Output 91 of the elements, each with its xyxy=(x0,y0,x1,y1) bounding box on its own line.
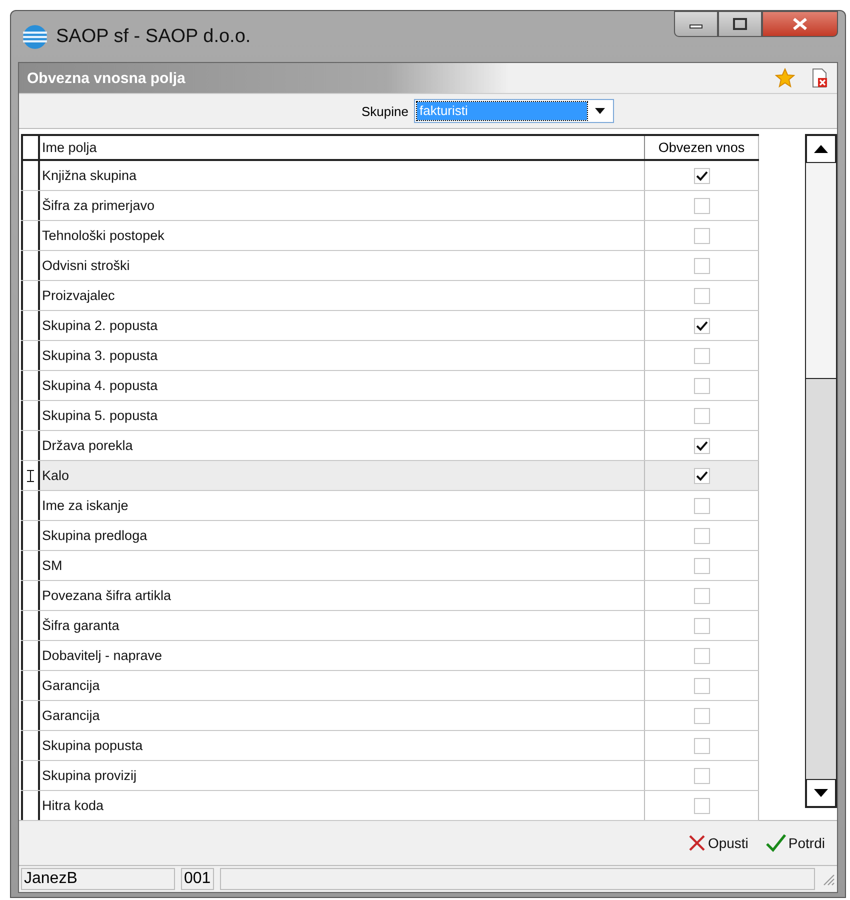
row-indicator[interactable] xyxy=(21,371,40,400)
checkbox[interactable] xyxy=(694,738,710,754)
delete-document-icon[interactable] xyxy=(811,68,829,88)
row-indicator[interactable] xyxy=(21,761,40,790)
row-indicator[interactable] xyxy=(21,701,40,730)
close-button[interactable] xyxy=(762,11,838,37)
row-indicator[interactable] xyxy=(21,551,40,580)
row-indicator[interactable] xyxy=(21,641,40,670)
table-cell-text: Skupina 4. popusta xyxy=(41,377,159,395)
checkbox[interactable] xyxy=(694,708,710,724)
scroll-down-icon[interactable] xyxy=(814,789,828,797)
table-cell-text: Šifra garanta xyxy=(41,617,120,635)
scroll-up-icon[interactable] xyxy=(814,145,828,153)
table-cell-text: Povezana šifra artikla xyxy=(41,587,172,605)
row-indicator[interactable] xyxy=(21,161,40,190)
panel-title: Obvezna vnosna polja xyxy=(27,70,186,86)
table-cell-text: Šifra za primerjavo xyxy=(41,197,156,215)
row-indicator[interactable] xyxy=(21,461,40,490)
cancel-button[interactable]: Opusti xyxy=(686,832,750,854)
maximize-icon xyxy=(732,17,748,31)
filter-label: Skupine xyxy=(362,104,408,118)
row-indicator[interactable] xyxy=(21,611,40,640)
table-cell-text: SM xyxy=(41,557,64,575)
maximize-button[interactable] xyxy=(718,11,762,37)
window-title: SAOP sf - SAOP d.o.o. xyxy=(56,26,251,48)
checkbox[interactable] xyxy=(694,798,710,814)
text-cursor-icon xyxy=(27,470,34,482)
checkbox[interactable] xyxy=(694,648,710,664)
checkbox[interactable] xyxy=(694,348,710,364)
table-cell-text: Skupina 2. popusta xyxy=(41,317,159,335)
row-indicator[interactable] xyxy=(21,521,40,550)
table-cell-text: Garancija xyxy=(41,707,101,725)
checkbox[interactable] xyxy=(694,258,710,274)
checkbox[interactable] xyxy=(694,528,710,544)
close-icon xyxy=(688,834,706,852)
checkbox[interactable] xyxy=(694,438,710,454)
row-indicator[interactable] xyxy=(21,251,40,280)
scrollbar[interactable] xyxy=(805,134,837,808)
table-cell-text: Skupina 5. popusta xyxy=(41,407,159,425)
checkbox[interactable] xyxy=(694,588,710,604)
confirm-button[interactable]: Potrdi xyxy=(764,832,827,854)
table-cell-text: Tehnološki postopek xyxy=(41,227,166,245)
dropdown-arrow-icon xyxy=(595,108,606,114)
table-cell-text: Skupina 3. popusta xyxy=(41,347,159,365)
row-indicator[interactable] xyxy=(21,791,40,820)
column-header[interactable]: Obvezen vnos xyxy=(644,136,759,159)
status-field: JanezB xyxy=(21,868,175,890)
table-cell-text: Kalo xyxy=(41,467,70,485)
row-indicator[interactable] xyxy=(21,281,40,310)
checkbox[interactable] xyxy=(694,408,710,424)
table-cell-text: Skupina provizij xyxy=(41,767,138,785)
checkbox[interactable] xyxy=(694,318,710,334)
column-header[interactable]: Ime polja xyxy=(40,136,644,159)
row-indicator[interactable] xyxy=(21,221,40,250)
table-cell-text: Država porekla xyxy=(41,437,134,455)
checkbox[interactable] xyxy=(694,378,710,394)
row-indicator[interactable] xyxy=(21,491,40,520)
table-cell-text: Hitra koda xyxy=(41,797,105,815)
star-icon[interactable] xyxy=(775,68,795,88)
checkmark-icon xyxy=(766,834,786,852)
checkbox[interactable] xyxy=(694,288,710,304)
table-cell-text: Proizvajalec xyxy=(41,287,116,305)
table-cell-text: Odvisni stroški xyxy=(41,257,131,275)
table-cell-text: Garancija xyxy=(41,677,101,695)
resize-grip-icon[interactable] xyxy=(821,872,835,886)
checkbox[interactable] xyxy=(694,768,710,784)
row-indicator[interactable] xyxy=(21,671,40,700)
row-indicator[interactable] xyxy=(21,401,40,430)
checkbox[interactable] xyxy=(694,618,710,634)
row-indicator[interactable] xyxy=(21,311,40,340)
table-cell-text: Skupina popusta xyxy=(41,737,144,755)
row-indicator[interactable] xyxy=(21,431,40,460)
row-indicator[interactable] xyxy=(21,191,40,220)
checkbox[interactable] xyxy=(694,498,710,514)
row-indicator[interactable] xyxy=(21,341,40,370)
row-indicator[interactable] xyxy=(21,731,40,760)
app-logo-icon xyxy=(22,24,48,50)
checkbox[interactable] xyxy=(694,198,710,214)
table-cell-text: Knjižna skupina xyxy=(41,167,138,185)
table-cell-text: Ime za iskanje xyxy=(41,497,130,515)
checkbox[interactable] xyxy=(694,168,710,184)
status-field: 001 xyxy=(181,868,214,890)
table-cell-text: Dobavitelj - naprave xyxy=(41,647,164,665)
row-indicator[interactable] xyxy=(21,581,40,610)
checkbox[interactable] xyxy=(694,678,710,694)
minimize-button[interactable] xyxy=(674,11,718,37)
checkbox[interactable] xyxy=(694,558,710,574)
table-cell-text: Skupina predloga xyxy=(41,527,148,545)
checkbox[interactable] xyxy=(694,228,710,244)
close-icon xyxy=(791,17,809,31)
checkbox[interactable] xyxy=(694,468,710,484)
